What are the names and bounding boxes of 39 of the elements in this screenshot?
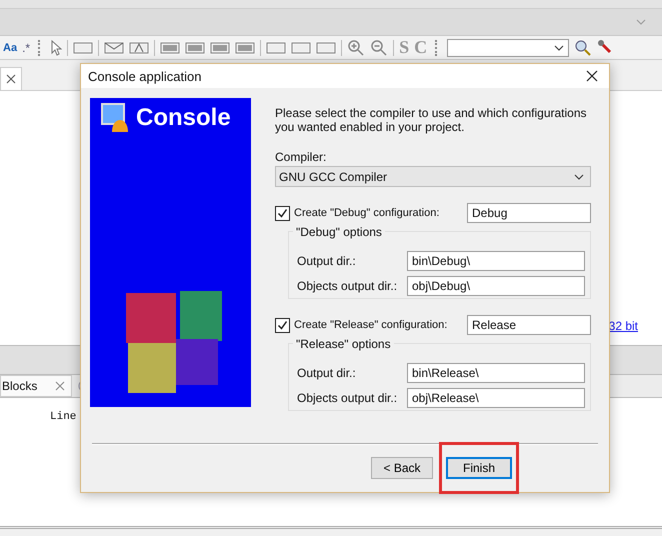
output-dir-field[interactable]: bin\Debug\	[407, 251, 585, 271]
compiler-label: Compiler:	[275, 150, 328, 164]
toolbar-combo-box[interactable]	[447, 38, 570, 56]
compiler-dropdown[interactable]: GNU GCC Compiler	[275, 166, 591, 187]
banner-title: Console	[136, 104, 231, 132]
zoom-in-icon[interactable]	[347, 38, 366, 56]
group-title: "Debug" options	[293, 225, 385, 239]
dropdown-caret-icon[interactable]	[574, 174, 584, 180]
objects-dir-label: Objects output dir.:	[297, 391, 398, 405]
search-icon[interactable]	[574, 38, 592, 56]
instructions-text: Please select the compiler to use and which configurations you wanted enabled in your project.	[275, 106, 588, 134]
cursor-icon[interactable]	[50, 40, 62, 56]
checkbox-label: Create "Release" configuration:	[294, 319, 448, 331]
checkbox-label: Create "Debug" configuration:	[294, 207, 440, 219]
blocks-tab[interactable]: Blocks	[0, 375, 72, 397]
textbox-icon[interactable]	[129, 40, 150, 54]
checkbox[interactable]	[275, 318, 290, 332]
configuration-name-field[interactable]: Release	[467, 315, 591, 335]
font-tool[interactable]: Aa	[3, 42, 18, 54]
output-dir-field[interactable]: bin\Release\	[407, 363, 585, 383]
wizard-button[interactable]: Finish	[446, 457, 512, 479]
output-dir-label: Output dir.:	[297, 366, 356, 380]
objects-dir-field[interactable]: obj\Debug\	[407, 276, 585, 296]
window-title: Console application	[88, 68, 202, 84]
group-title: "Release" options	[293, 337, 394, 351]
rect-icon[interactable]	[73, 40, 94, 54]
objects-dir-label: Objects output dir.:	[297, 279, 398, 293]
objects-dir-field[interactable]: obj\Release\	[407, 388, 585, 408]
wizard-button[interactable]: < Back	[371, 457, 433, 479]
close-icon[interactable]	[586, 70, 598, 82]
log-column-header: Line	[50, 411, 76, 423]
mail-icon[interactable]	[104, 40, 124, 54]
close-icon[interactable]	[6, 74, 16, 84]
configuration-name-field[interactable]: Debug	[467, 203, 591, 223]
checkbox[interactable]	[275, 206, 290, 220]
output-dir-label: Output dir.:	[297, 254, 356, 268]
zoom-out-icon[interactable]	[370, 38, 388, 56]
regex-tool[interactable]: .*	[22, 40, 30, 54]
bit-link[interactable]: 32 bit	[608, 319, 638, 333]
